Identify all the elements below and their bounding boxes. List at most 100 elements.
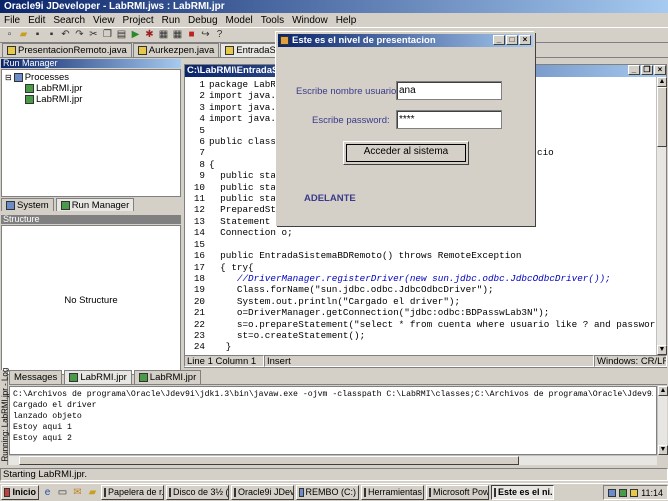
start-button[interactable]: Inicio [1, 485, 39, 500]
menu-window[interactable]: Window [288, 15, 332, 26]
tab-log-labrmi-1[interactable]: LabRMI.jpr [64, 370, 132, 384]
tree-item-process[interactable]: LabRMI.jpr [5, 94, 177, 105]
close-icon[interactable]: × [654, 65, 666, 75]
task-presentacion-window[interactable]: Este es el ni... [491, 485, 554, 500]
line-number: 8 [199, 158, 205, 170]
volume-icon[interactable] [630, 488, 639, 497]
line-number: 13 [193, 215, 205, 227]
username-field[interactable]: ana [396, 81, 502, 100]
drive-icon [299, 488, 304, 497]
menu-run[interactable]: Run [158, 15, 184, 26]
menu-model[interactable]: Model [222, 15, 257, 26]
language-icon[interactable] [619, 488, 628, 497]
line-number: 2 [199, 90, 205, 102]
task-oracle-jdev[interactable]: Oracle9i JDev... [231, 485, 294, 500]
line-number: 17 [193, 261, 205, 273]
menu-view[interactable]: View [89, 15, 119, 26]
menu-debug[interactable]: Debug [184, 15, 221, 26]
desktop-icon[interactable]: ▭ [56, 487, 69, 499]
process-tree: ⊟ Processes LabRMI.jpr LabRMI.jpr [1, 69, 181, 197]
log-vertical-scrollbar[interactable]: ▲ ▼ [657, 386, 668, 455]
task-powerpoint[interactable]: Microsoft Pow... [426, 485, 489, 500]
line-number: 18 [193, 272, 205, 284]
make-icon[interactable]: ▦ [157, 29, 170, 41]
line-number: 22 [193, 318, 205, 330]
line-number: 10 [193, 181, 205, 193]
line-number: 21 [193, 307, 205, 319]
open-icon[interactable]: ▰ [17, 29, 30, 41]
log-line: Cargado el driver [13, 401, 97, 410]
menu-file[interactable]: File [0, 15, 24, 26]
java-file-icon [137, 46, 147, 55]
task-disco[interactable]: Disco de 3½ (... [166, 485, 229, 500]
tab-messages[interactable]: Messages [9, 370, 63, 384]
run-icon[interactable]: ▶ [129, 29, 142, 41]
help-icon[interactable]: ? [213, 29, 226, 41]
new-icon[interactable]: ▫ [3, 29, 16, 41]
tab-run-manager[interactable]: Run Manager [55, 198, 135, 211]
menu-search[interactable]: Search [49, 15, 89, 26]
rebuild-icon[interactable]: ▦ [171, 29, 184, 41]
clock[interactable]: 11:14 [641, 488, 663, 498]
scroll-thumb[interactable] [657, 87, 667, 147]
log-output[interactable]: C:\Archivos de programa\Oracle\Jdev9i\jd… [9, 386, 657, 455]
tree-root-processes[interactable]: ⊟ Processes [5, 72, 177, 83]
redo-icon[interactable]: ↷ [73, 29, 86, 41]
process-icon [25, 84, 34, 93]
code-line: o=DriverManager.getConnection("jdbc:odbc… [209, 307, 550, 319]
tab-log-labrmi-2[interactable]: LabRMI.jpr [133, 370, 202, 384]
network-icon[interactable] [608, 488, 617, 497]
log-horizontal-scrollbar[interactable] [9, 455, 657, 465]
scroll-up-icon[interactable]: ▲ [658, 386, 668, 396]
cursor-position: Line 1 Column 1 [184, 355, 264, 367]
password-field[interactable]: **** [396, 110, 502, 129]
menu-help[interactable]: Help [332, 15, 361, 26]
undo-icon[interactable]: ↶ [59, 29, 72, 41]
save-all-icon[interactable]: ▪ [45, 29, 58, 41]
scroll-down-icon[interactable]: ▼ [658, 445, 668, 455]
task-papelera[interactable]: Papelera de r... [101, 485, 164, 500]
tab-presentacion-remoto[interactable]: PresentacionRemoto.java [2, 43, 132, 57]
ie-icon[interactable]: e [41, 487, 54, 499]
run-manager-icon [60, 200, 70, 210]
step-icon[interactable]: ↪ [199, 29, 212, 41]
line-number: 6 [199, 136, 205, 148]
tab-system[interactable]: System [1, 198, 54, 211]
menu-tools[interactable]: Tools [257, 15, 288, 26]
task-rembo[interactable]: REMBO (C:) [296, 485, 359, 500]
run-manager-tabs: System Run Manager [1, 198, 135, 212]
scroll-down-icon[interactable]: ▼ [657, 345, 667, 355]
tab-aurkezpen[interactable]: Aurkezpen.java [132, 43, 220, 57]
java-file-icon [7, 46, 16, 55]
menu-project[interactable]: Project [119, 15, 158, 26]
stop-icon[interactable]: ■ [185, 29, 198, 41]
acceder-button[interactable]: Acceder al sistema [343, 141, 469, 165]
code-fragment: cio [537, 147, 554, 158]
save-icon[interactable]: ▪ [31, 29, 44, 41]
restore-icon[interactable]: ❐ [641, 65, 653, 75]
username-label: Escribe nombre usuario: [296, 86, 399, 97]
process-icon [138, 373, 148, 382]
minimize-icon[interactable]: _ [493, 35, 505, 45]
copy-icon[interactable]: ❐ [101, 29, 114, 41]
paste-icon[interactable]: ▤ [115, 29, 128, 41]
explorer-icon[interactable]: ▰ [86, 487, 99, 499]
line-number: 3 [199, 101, 205, 113]
maximize-icon[interactable]: □ [506, 35, 518, 45]
minimize-icon[interactable]: _ [628, 65, 640, 75]
scroll-up-icon[interactable]: ▲ [657, 77, 667, 87]
close-icon[interactable]: × [519, 35, 531, 45]
menu-edit[interactable]: Edit [24, 15, 49, 26]
outlook-icon[interactable]: ✉ [71, 487, 84, 499]
java-file-icon [225, 46, 235, 55]
tree-item-process[interactable]: LabRMI.jpr [5, 83, 177, 94]
editor-vertical-scrollbar[interactable]: ▲ ▼ [656, 77, 667, 355]
no-structure-text: No Structure [64, 294, 118, 306]
cut-icon[interactable]: ✂ [87, 29, 100, 41]
scroll-thumb[interactable] [19, 456, 519, 465]
debug-icon[interactable]: ✱ [143, 29, 156, 41]
window-title: Oracle9i JDeveloper - LabRMI.jws : LabRM… [4, 1, 225, 12]
task-herramientas[interactable]: Herramientas ... [361, 485, 424, 500]
line-number: 12 [193, 204, 205, 216]
log-side-bar: Running: LabRMI.jpr - Log [0, 368, 10, 465]
